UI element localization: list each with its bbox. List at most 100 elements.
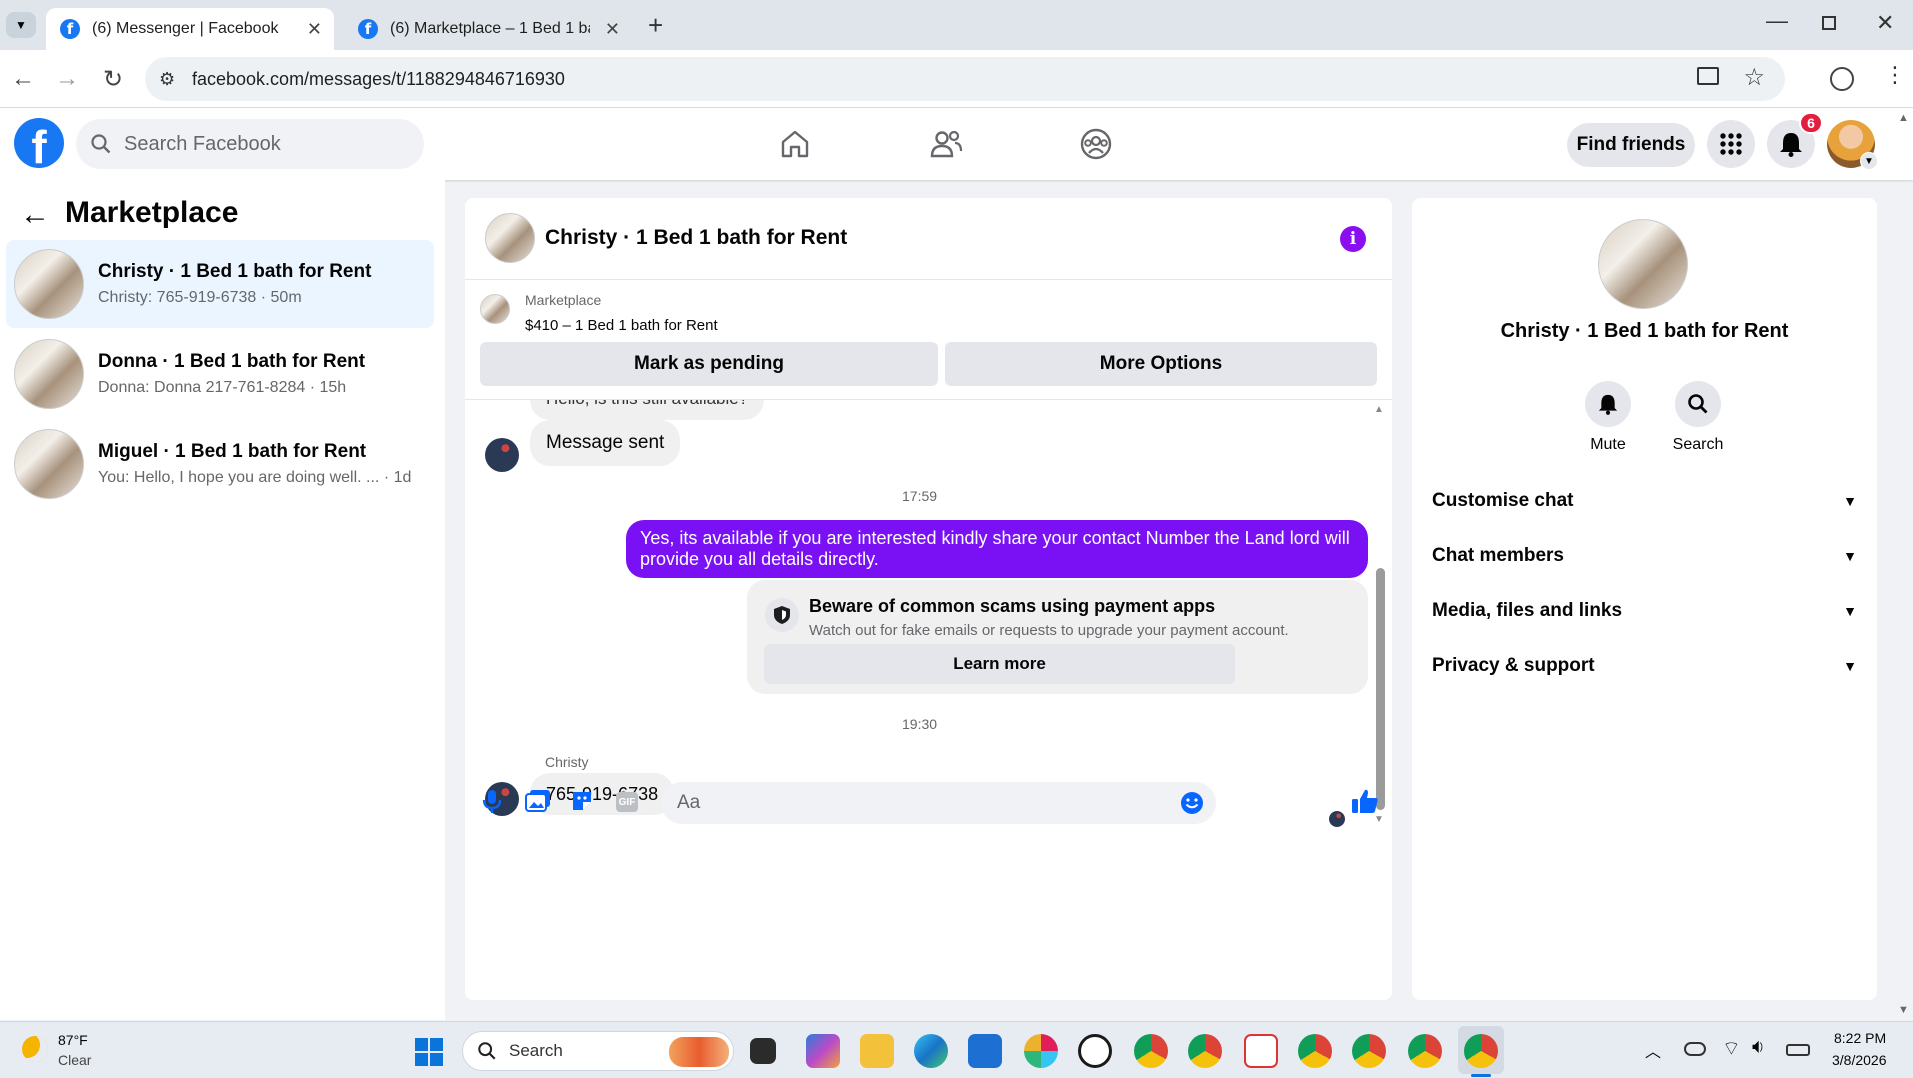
weather-desc[interactable]: Clear <box>58 1052 91 1068</box>
chat-panel: Christy · 1 Bed 1 bath for Rent i Market… <box>465 198 1392 1000</box>
taskbar-app-chrome-icon[interactable] <box>1188 1034 1222 1068</box>
scroll-up-arrow[interactable]: ▲ <box>1374 404 1384 415</box>
section-label: Privacy & support <box>1432 655 1595 676</box>
conversation-christy[interactable]: Christy · 1 Bed 1 bath for Rent Christy:… <box>6 240 434 328</box>
weather-temp[interactable]: 87°F <box>58 1032 88 1048</box>
back-arrow-icon[interactable]: ← <box>20 198 50 232</box>
taskbar-app-chrome-icon[interactable] <box>1464 1034 1498 1068</box>
find-friends-button[interactable]: Find friends <box>1567 123 1695 167</box>
learn-more-button[interactable]: Learn more <box>764 644 1235 684</box>
photo-icon[interactable] <box>525 789 551 813</box>
page-scroll-up-arrow[interactable]: ▲ <box>1898 112 1909 124</box>
message-input[interactable]: Aa <box>661 782 1216 824</box>
customise-chat-section[interactable]: Customise chat ▼ <box>1432 481 1857 521</box>
messages-scrollbar[interactable] <box>1376 568 1385 810</box>
microphone-icon[interactable] <box>482 789 502 815</box>
url-text: facebook.com/messages/t/1188294846716930 <box>192 68 565 89</box>
browser-menu-icon[interactable]: ⋮ <box>1884 62 1906 88</box>
new-tab-icon[interactable]: + <box>648 10 663 41</box>
chat-details-panel: Christy · 1 Bed 1 bath for Rent Mute Sea… <box>1412 198 1877 1000</box>
taskbar-app-store-icon[interactable] <box>968 1034 1002 1068</box>
taskbar-app-snipping-icon[interactable] <box>1244 1034 1278 1068</box>
wifi-icon[interactable]: ⌔ <box>1722 1036 1741 1061</box>
taskbar-app-whatsapp-icon[interactable] <box>1078 1034 1112 1068</box>
listing-source: Marketplace <box>525 292 602 308</box>
facebook-logo[interactable]: f <box>14 118 64 168</box>
taskbar-search-box[interactable]: Search <box>462 1031 734 1071</box>
forward-arrow-icon[interactable]: → <box>52 64 82 94</box>
site-settings-icon[interactable]: ⚙ <box>159 69 175 90</box>
tab-marketplace[interactable]: f (6) Marketplace – 1 Bed 1 bath f ✕ <box>344 8 632 50</box>
page-scroll-down-arrow[interactable]: ▼ <box>1898 1004 1909 1016</box>
tab-messenger[interactable]: f (6) Messenger | Facebook ✕ <box>46 8 334 50</box>
emoji-icon[interactable] <box>1180 791 1204 815</box>
bookmark-star-icon[interactable]: ☆ <box>1743 63 1765 92</box>
mark-as-pending-button[interactable]: Mark as pending <box>480 342 938 386</box>
details-title: Christy · 1 Bed 1 bath for Rent <box>1500 320 1789 342</box>
chevron-down-icon: ▼ <box>1843 548 1857 564</box>
taskbar-app-chrome-icon[interactable] <box>1298 1034 1332 1068</box>
close-tab-icon[interactable]: ✕ <box>605 19 620 40</box>
sticker-icon[interactable] <box>570 789 594 813</box>
moon-weather-icon[interactable] <box>22 1036 48 1062</box>
onedrive-icon[interactable] <box>1684 1042 1706 1056</box>
chat-header: Christy · 1 Bed 1 bath for Rent i <box>465 198 1392 280</box>
profile-icon[interactable] <box>1830 67 1854 91</box>
more-options-button[interactable]: More Options <box>945 342 1377 386</box>
close-window-icon[interactable]: ✕ <box>1876 10 1894 36</box>
chat-title[interactable]: Christy · 1 Bed 1 bath for Rent <box>545 226 847 250</box>
chat-members-section[interactable]: Chat members ▼ <box>1432 536 1857 576</box>
taskbar-app-edge-icon[interactable] <box>914 1034 948 1068</box>
taskbar-app-chrome-icon[interactable] <box>1408 1034 1442 1068</box>
clock-date[interactable]: 3/8/2026 <box>1832 1052 1887 1068</box>
tab-list-dropdown-button[interactable]: ▼ <box>6 12 36 38</box>
reload-icon[interactable]: ↻ <box>98 64 128 94</box>
install-app-icon[interactable] <box>1697 67 1719 85</box>
groups-icon[interactable] <box>1079 127 1113 161</box>
chat-avatar[interactable] <box>485 213 535 263</box>
taskbar-app-chrome-icon[interactable] <box>1134 1034 1168 1068</box>
conversation-donna[interactable]: Donna · 1 Bed 1 bath for Rent Donna: Don… <box>6 330 434 418</box>
friends-icon[interactable] <box>929 128 963 160</box>
listing-title[interactable]: $410 – 1 Bed 1 bath for Rent <box>525 317 718 334</box>
privacy-support-section[interactable]: Privacy & support ▼ <box>1432 646 1857 686</box>
facebook-favicon-icon: f <box>60 19 80 39</box>
show-hidden-icons-icon[interactable]: ︿ <box>1645 1038 1661 1062</box>
minimize-icon[interactable]: — <box>1766 8 1788 34</box>
info-icon[interactable]: i <box>1340 226 1366 252</box>
close-tab-icon[interactable]: ✕ <box>307 19 322 40</box>
taskbar-app-chrome-icon[interactable] <box>1352 1034 1386 1068</box>
address-field[interactable]: ⚙ facebook.com/messages/t/11882948467169… <box>145 57 1785 101</box>
restore-icon[interactable] <box>1822 16 1836 30</box>
search-in-chat-button[interactable]: Search <box>1663 381 1733 454</box>
message-input-placeholder: Aa <box>677 792 701 813</box>
conversation-miguel[interactable]: Miguel · 1 Bed 1 bath for Rent You: Hell… <box>6 420 434 508</box>
listing-thumbnail <box>14 429 84 499</box>
search-facebook-input[interactable]: Search Facebook <box>76 119 424 169</box>
back-arrow-icon[interactable]: ← <box>8 64 38 94</box>
sender-avatar[interactable] <box>485 438 519 472</box>
volume-icon[interactable]: 🔉︎ <box>1752 1036 1765 1059</box>
scroll-down-arrow[interactable]: ▼ <box>1374 814 1384 825</box>
clock-time[interactable]: 8:22 PM <box>1834 1030 1886 1046</box>
battery-icon[interactable] <box>1786 1044 1810 1056</box>
search-label: Search <box>1672 436 1724 453</box>
details-avatar[interactable] <box>1598 219 1688 309</box>
account-chevron-icon[interactable]: ▼ <box>1860 152 1878 170</box>
taskbar-app-file-explorer-icon[interactable] <box>860 1034 894 1068</box>
scam-warning-card: Beware of common scams using payment app… <box>747 580 1368 694</box>
chevron-down-icon: ▼ <box>1843 603 1857 619</box>
taskbar-app-slack-icon[interactable] <box>1024 1034 1058 1068</box>
gif-icon[interactable]: GIF <box>616 792 638 812</box>
menu-grid-button[interactable] <box>1707 120 1755 168</box>
thumbs-up-icon[interactable] <box>1351 787 1379 815</box>
windows-start-icon[interactable] <box>415 1038 443 1066</box>
taskbar-app-m365-icon[interactable] <box>806 1034 840 1068</box>
mute-button[interactable]: Mute <box>1573 381 1643 454</box>
media-files-links-section[interactable]: Media, files and links ▼ <box>1432 591 1857 631</box>
listing-thumbnail-small[interactable] <box>480 294 510 324</box>
messages-area: Hello, is this still available? Message … <box>465 400 1392 940</box>
tab-title: (6) Messenger | Facebook <box>92 20 279 37</box>
home-icon[interactable] <box>779 128 811 160</box>
taskbar-app-terminal-icon[interactable] <box>750 1038 776 1064</box>
